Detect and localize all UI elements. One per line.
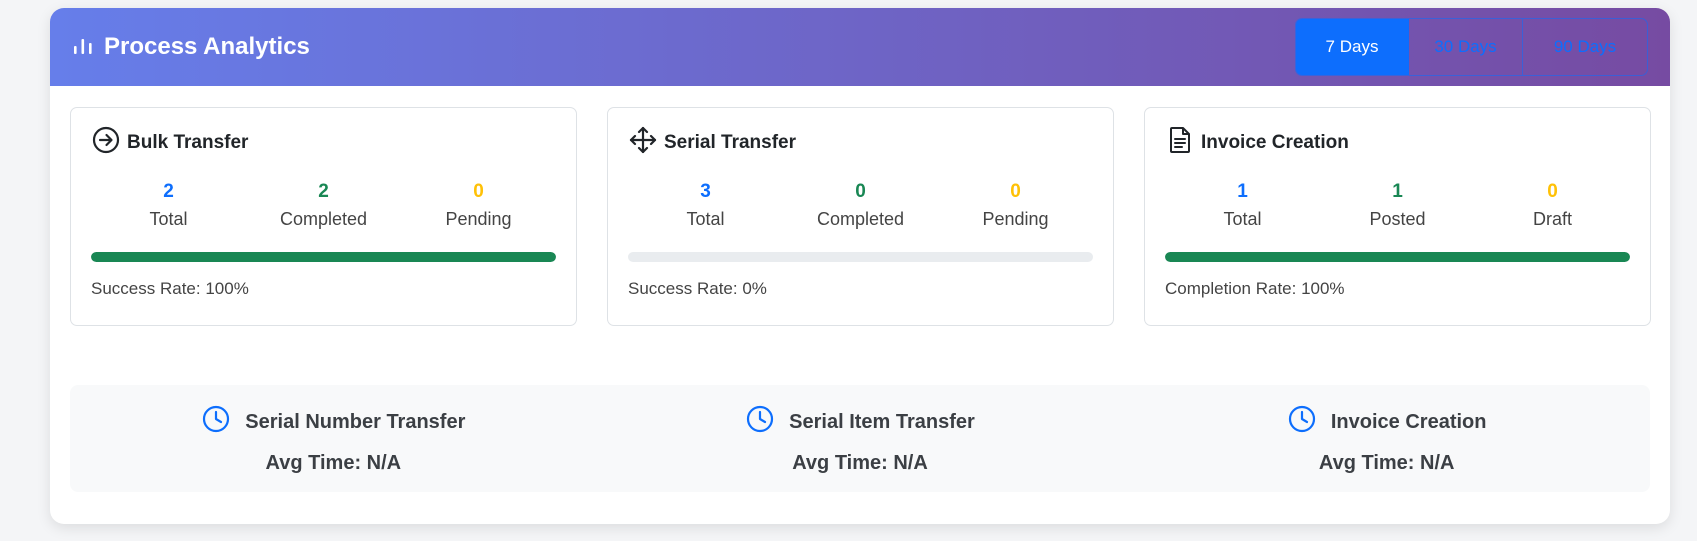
card-stats: 2 Total 2 Completed 0 Pending — [91, 180, 556, 232]
process-analytics-panel: Process Analytics 7 Days 30 Days 90 Days… — [50, 8, 1670, 524]
timing-value: Avg Time: N/A — [1318, 452, 1455, 474]
range-30-days-button[interactable]: 30 Days — [1409, 19, 1523, 75]
document-icon — [1165, 125, 1195, 161]
timing-value: Avg Time: N/A — [265, 452, 402, 474]
stat-label: Draft — [1532, 209, 1572, 229]
stat-value: 1 — [1237, 181, 1248, 202]
panel-title: Process Analytics — [72, 33, 310, 62]
progress-bar — [1165, 252, 1630, 262]
stat-pending: 0 Pending — [401, 180, 556, 232]
progress-bar-fill — [91, 252, 556, 262]
stat-label: Pending — [445, 209, 512, 229]
stat-total: 2 Total — [91, 180, 246, 232]
stat-completed: 0 Completed — [783, 180, 938, 232]
progress-bar-fill — [1165, 252, 1630, 262]
completion-rate-text: Completion Rate: 100% — [1165, 279, 1345, 298]
bulk-transfer-card: Bulk Transfer 2 Total 2 Completed 0 Pend… — [70, 107, 577, 326]
stat-label: Total — [686, 209, 725, 229]
stat-label: Total — [1223, 209, 1262, 229]
stat-value: 3 — [700, 181, 711, 202]
stat-posted: 1 Posted — [1320, 180, 1475, 232]
stat-value: 2 — [318, 181, 329, 202]
clock-icon — [1287, 404, 1317, 440]
clock-icon — [201, 404, 231, 440]
stat-value: 1 — [1392, 181, 1403, 202]
serial-item-transfer-timing: Serial Item Transfer Avg Time: N/A — [597, 385, 1124, 492]
progress-bar — [91, 252, 556, 262]
serial-number-transfer-timing: Serial Number Transfer Avg Time: N/A — [70, 385, 597, 492]
stat-completed: 2 Completed — [246, 180, 401, 232]
stat-value: 0 — [1010, 181, 1021, 202]
card-title-text: Invoice Creation — [1201, 132, 1349, 153]
timing-head: Invoice Creation — [1287, 404, 1487, 440]
card-title: Invoice Creation — [1165, 125, 1630, 161]
stat-label: Pending — [982, 209, 1049, 229]
card-title: Bulk Transfer — [91, 125, 556, 161]
timing-head: Serial Item Transfer — [745, 404, 975, 440]
stat-label: Completed — [279, 209, 368, 229]
timing-title: Serial Number Transfer — [245, 410, 466, 433]
average-time-section: Serial Number Transfer Avg Time: N/A Ser… — [70, 385, 1650, 492]
stat-total: 1 Total — [1165, 180, 1320, 232]
stat-label: Posted — [1369, 209, 1426, 229]
card-title: Serial Transfer — [628, 125, 1093, 161]
range-90-days-button[interactable]: 90 Days — [1523, 19, 1647, 75]
progress-bar — [628, 252, 1093, 262]
stat-value: 0 — [473, 181, 484, 202]
invoice-creation-card: Invoice Creation 1 Total 1 Posted 0 Draf… — [1144, 107, 1651, 326]
process-cards: Bulk Transfer 2 Total 2 Completed 0 Pend… — [70, 107, 1651, 326]
stat-draft: 0 Draft — [1475, 180, 1630, 232]
panel-title-text: Process Analytics — [104, 33, 310, 60]
card-title-text: Bulk Transfer — [127, 132, 249, 153]
range-7-days-button[interactable]: 7 Days — [1296, 19, 1409, 75]
success-rate-text: Success Rate: 0% — [628, 279, 767, 298]
move-arrows-icon — [628, 125, 658, 161]
stat-pending: 0 Pending — [938, 180, 1093, 232]
panel-header: Process Analytics 7 Days 30 Days 90 Days — [50, 8, 1670, 86]
date-range-selector: 7 Days 30 Days 90 Days — [1295, 18, 1648, 76]
stat-label: Total — [149, 209, 188, 229]
serial-transfer-card: Serial Transfer 3 Total 0 Completed 0 Pe… — [607, 107, 1114, 326]
stat-value: 0 — [1547, 181, 1558, 202]
stat-value: 0 — [855, 181, 866, 202]
timing-head: Serial Number Transfer — [201, 404, 465, 440]
invoice-creation-timing: Invoice Creation Avg Time: N/A — [1123, 385, 1650, 492]
timing-value: Avg Time: N/A — [792, 452, 928, 474]
bar-chart-icon — [72, 33, 94, 62]
clock-icon — [745, 404, 775, 440]
timing-title: Invoice Creation — [1330, 410, 1487, 433]
card-stats: 3 Total 0 Completed 0 Pending — [628, 180, 1093, 232]
stat-value: 2 — [163, 181, 174, 202]
stat-label: Completed — [816, 209, 905, 229]
stat-total: 3 Total — [628, 180, 783, 232]
card-title-text: Serial Transfer — [664, 132, 797, 153]
success-rate-text: Success Rate: 100% — [91, 279, 249, 298]
timing-title: Serial Item Transfer — [789, 410, 975, 433]
card-stats: 1 Total 1 Posted 0 Draft — [1165, 180, 1630, 232]
arrow-right-circle-icon — [91, 125, 121, 161]
